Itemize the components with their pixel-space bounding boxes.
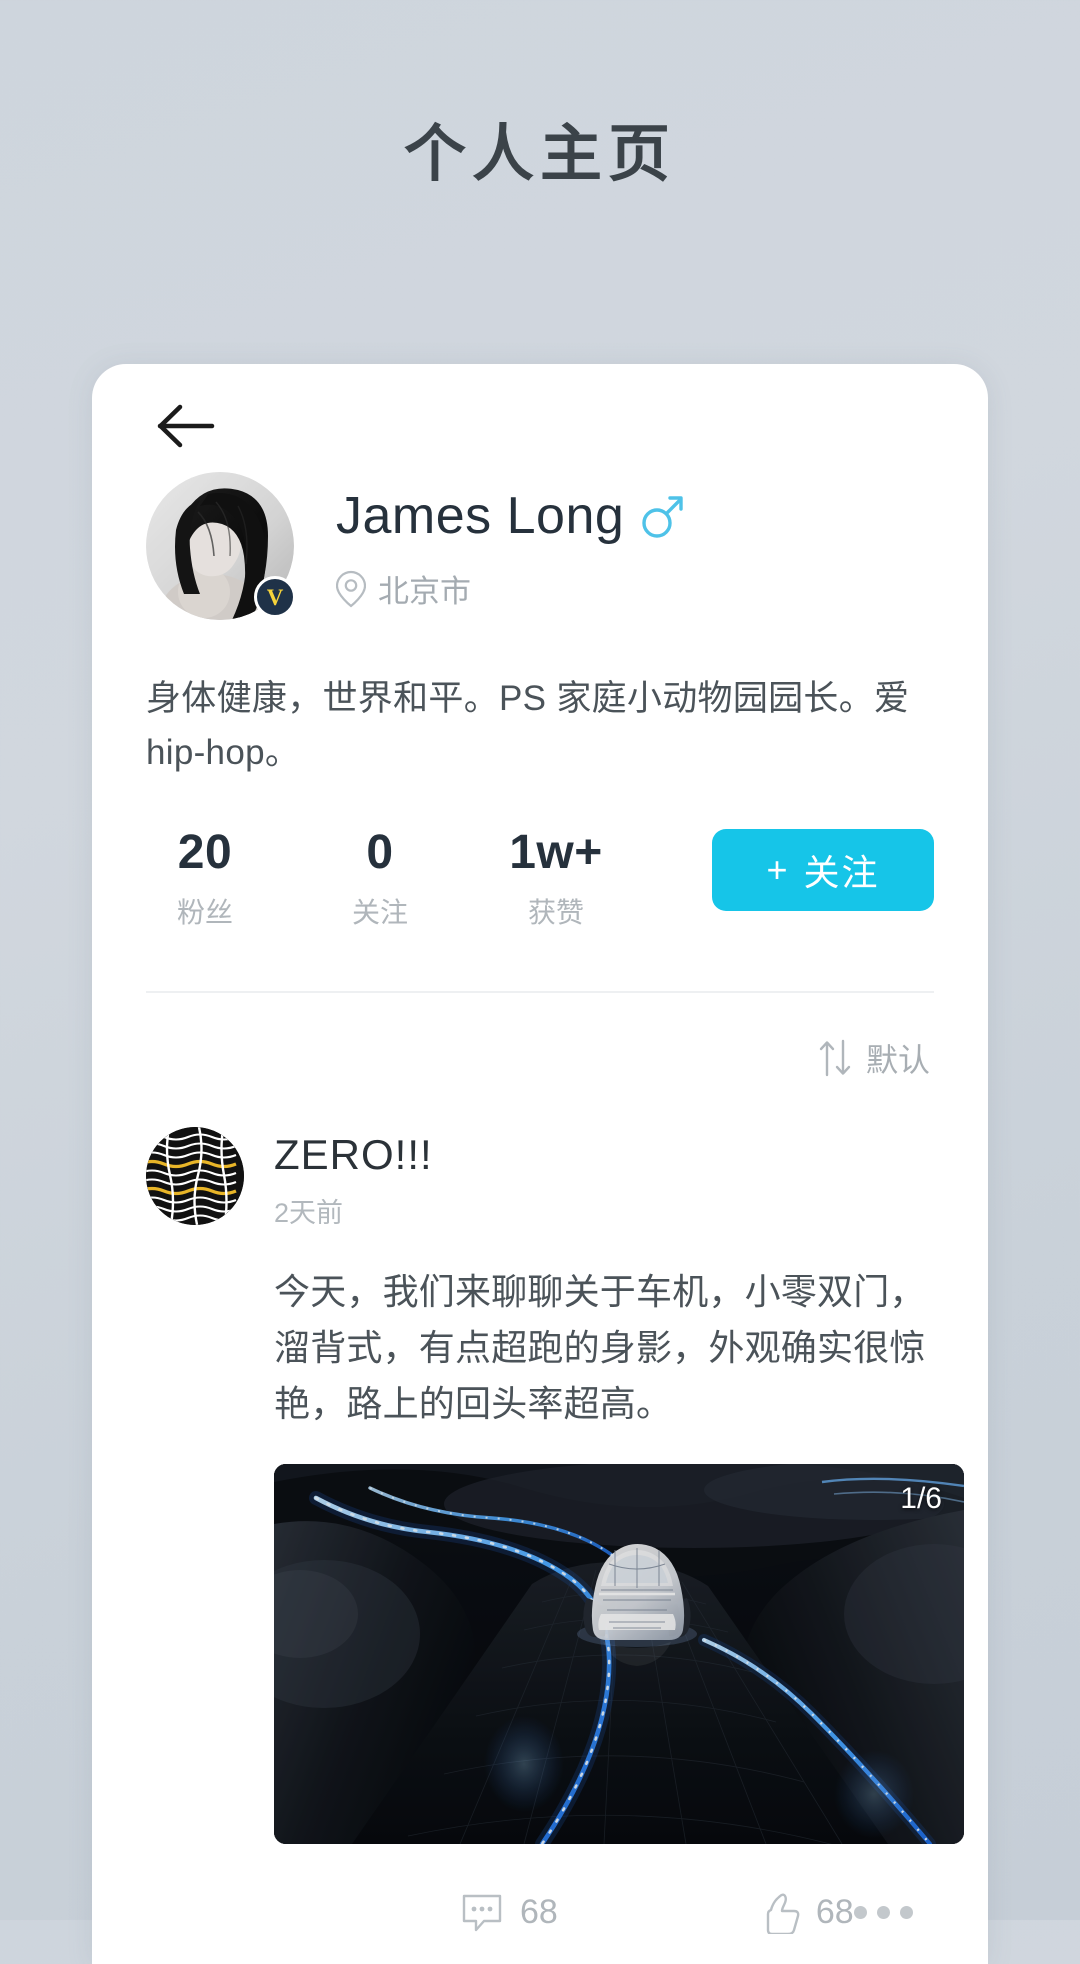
post-action-bar: 68 68: [146, 1868, 934, 1958]
sort-button[interactable]: 默认: [818, 1035, 930, 1081]
more-dot: [899, 1906, 913, 1920]
avatar-wrapper[interactable]: V: [146, 472, 296, 620]
display-name: James Long: [336, 487, 625, 545]
profile-bio: 身体健康，世界和平。PS 家庭小动物园园长。爱hip-hop。: [146, 679, 910, 773]
location-text: 北京市: [378, 574, 471, 609]
more-dot: [876, 1906, 890, 1920]
post-avatar[interactable]: [146, 1127, 244, 1226]
media-counter: 1/6: [900, 1481, 942, 1515]
profile-header: V James Long 北京市: [146, 472, 934, 620]
stat-label: 粉丝: [176, 897, 233, 929]
post-author[interactable]: ZERO!!!: [274, 1131, 433, 1179]
post-media[interactable]: 1/6: [274, 1463, 964, 1844]
sort-label: 默认: [865, 1042, 930, 1079]
stat-value: 1w+: [509, 825, 603, 879]
name-row: James Long: [336, 486, 684, 546]
verified-badge: V: [254, 576, 296, 618]
follow-button-label: 关注: [803, 851, 880, 893]
comment-button[interactable]: 68: [460, 1892, 558, 1934]
post-text: 今天，我们来聊聊关于车机，小零双门，溜背式，有点超跑的身影，外观确实很惊艳，路上…: [274, 1271, 926, 1424]
identity-block: James Long 北京市: [336, 472, 684, 611]
plus-icon: +: [766, 848, 790, 890]
stat-value: 0: [366, 825, 394, 879]
feed-post: ZERO!!! 2天前 今天，我们来聊聊关于车机，小零双门，溜背式，有点超跑的身…: [92, 1081, 988, 1957]
male-icon: [640, 492, 684, 540]
post-header: ZERO!!! 2天前: [146, 1127, 934, 1230]
location-pin-icon: [336, 570, 366, 608]
post-time: 2天前: [274, 1198, 344, 1229]
stat-following[interactable]: 0 关注: [320, 825, 440, 932]
back-button[interactable]: [140, 380, 232, 472]
arrow-left-icon: [157, 403, 215, 449]
post-meta: ZERO!!! 2天前: [274, 1127, 433, 1230]
profile-card: V James Long 北京市 身体健康，世界和平。PS 家庭小动物园园长。爱…: [92, 364, 988, 1964]
stat-label: 获赞: [527, 897, 584, 929]
like-button[interactable]: 68: [758, 1892, 854, 1934]
more-horizontal-icon: [853, 1906, 867, 1920]
stats-row: 20 粉丝 0 关注 1w+ 获赞 + 关注: [146, 825, 934, 932]
feed-toolbar: 默认: [92, 993, 988, 1081]
page-title: 个人主页: [403, 120, 676, 189]
like-count: 68: [815, 1893, 854, 1932]
sort-updown-icon: [818, 1039, 852, 1077]
location-row: 北京市: [336, 566, 684, 611]
stat-followers[interactable]: 20 粉丝: [146, 825, 264, 932]
stat-label: 关注: [351, 897, 408, 929]
comment-count: 68: [520, 1893, 558, 1932]
thumbs-up-icon: [758, 1892, 800, 1934]
follow-button[interactable]: + 关注: [712, 828, 934, 911]
stat-value: 20: [177, 825, 233, 879]
more-button[interactable]: [853, 1906, 917, 1920]
stat-likes[interactable]: 1w+ 获赞: [496, 825, 616, 932]
comment-icon: [460, 1892, 504, 1934]
